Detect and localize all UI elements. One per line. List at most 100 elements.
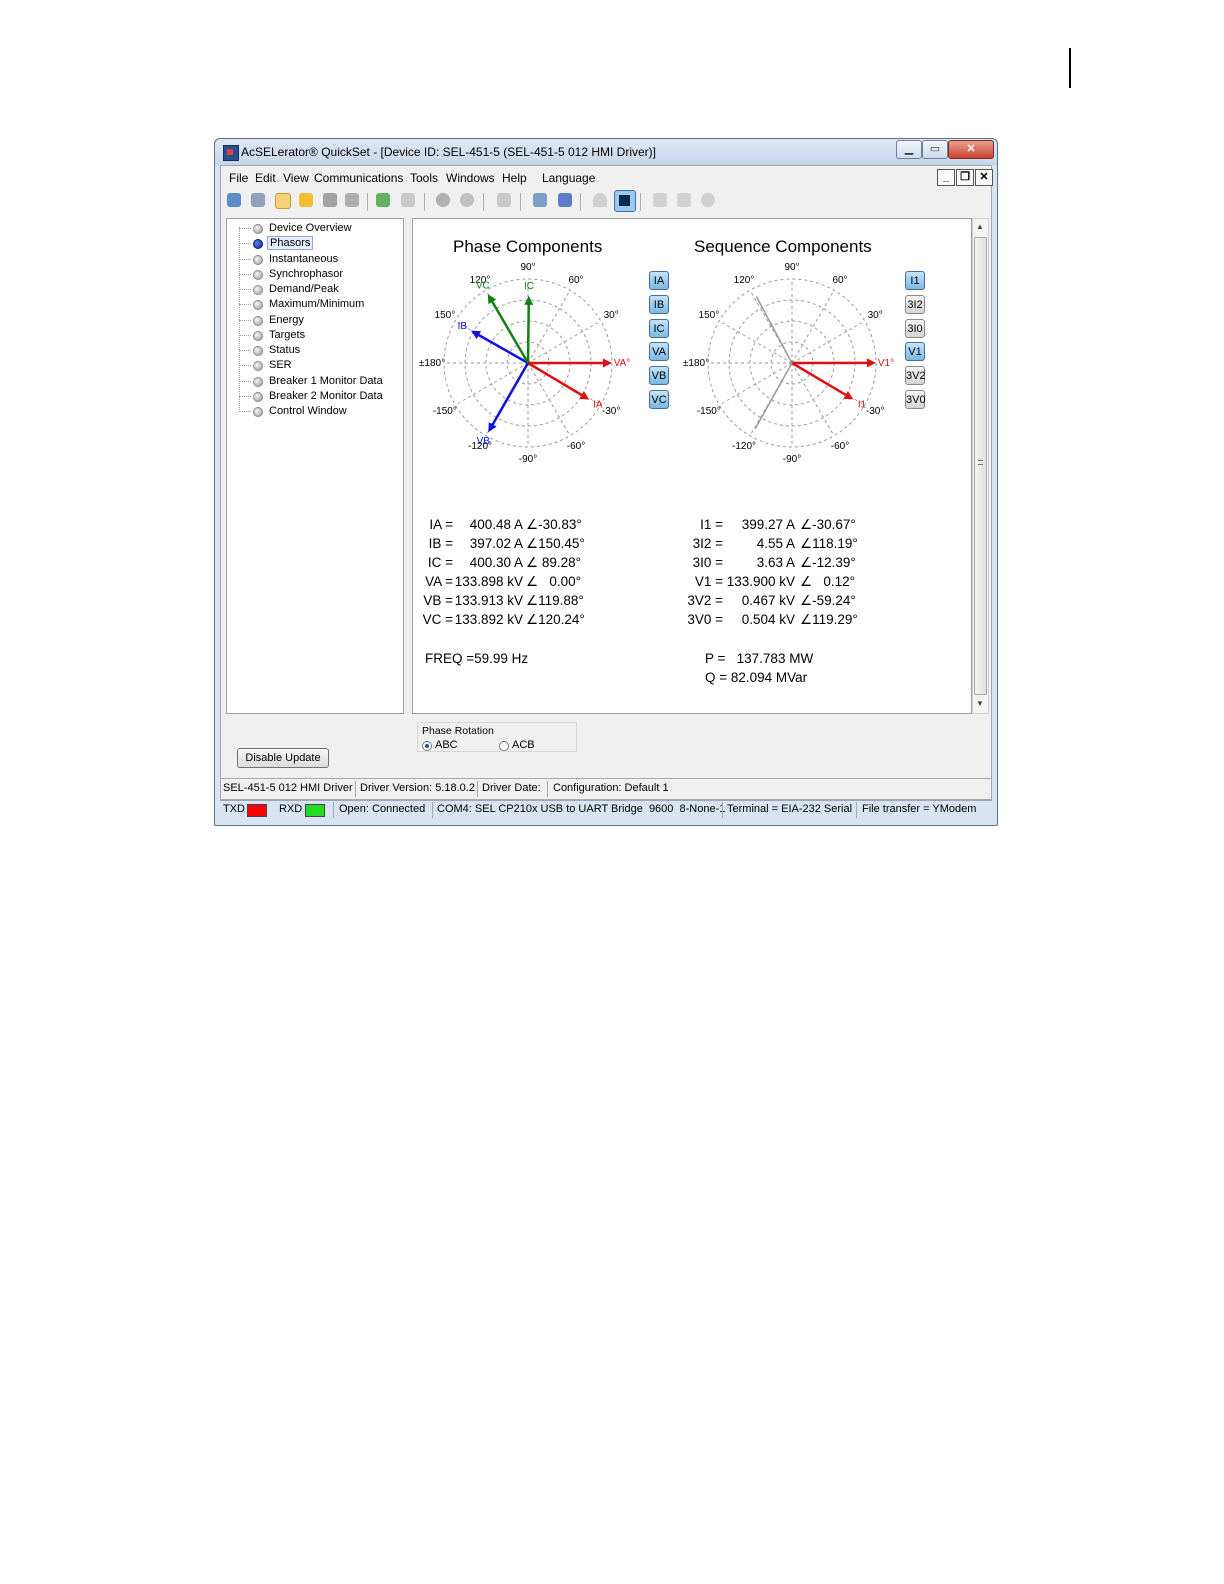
- tree-node-icon: [253, 269, 263, 280]
- reading-row: 3I2 = 4.55 A ∠118.19°: [683, 536, 963, 555]
- reading-angle: ∠-30.67°: [800, 517, 856, 532]
- options-gear-icon[interactable]: [701, 193, 715, 207]
- refresh-icon[interactable]: [460, 193, 474, 207]
- read-icon[interactable]: [401, 193, 415, 207]
- menu-windows[interactable]: Windows: [446, 171, 495, 185]
- phase-toggle-va[interactable]: VA: [649, 342, 669, 362]
- tree-item[interactable]: Breaker 2 Monitor Data: [227, 389, 403, 404]
- phase-toggle-vc[interactable]: VC: [649, 390, 669, 409]
- tree-item[interactable]: Device Overview: [227, 221, 403, 236]
- angle-tick-label: ±180°: [419, 358, 445, 369]
- tree-item[interactable]: Targets: [227, 328, 403, 343]
- menu-edit[interactable]: Edit: [255, 171, 276, 185]
- bottom-controls: Disable Update Phase Rotation ABC ACB: [221, 716, 991, 772]
- menu-tools[interactable]: Tools: [410, 171, 438, 185]
- sequence-toggle-v1[interactable]: V1: [905, 342, 925, 362]
- new-settings-icon[interactable]: [275, 193, 291, 209]
- phasor-va: VA°: [528, 358, 630, 369]
- tree-item[interactable]: Demand/Peak: [227, 282, 403, 297]
- tree-item[interactable]: Breaker 1 Monitor Data: [227, 374, 403, 389]
- menu-file[interactable]: File: [229, 171, 248, 185]
- tree-item[interactable]: Phasors: [227, 236, 403, 251]
- reading-angle: ∠ 0.00°: [526, 574, 582, 589]
- angle-tick-label: 60°: [568, 275, 583, 286]
- tree-item[interactable]: Status: [227, 343, 403, 358]
- tree-item[interactable]: Maximum/Minimum: [227, 297, 403, 312]
- port-settings: COM4: SEL CP210x USB to UART Bridge 9600…: [437, 803, 726, 815]
- scroll-up-icon[interactable]: ▲: [976, 222, 984, 231]
- disconnect-icon[interactable]: [436, 193, 450, 207]
- sequence-toggle-3i0[interactable]: 3I0: [905, 318, 925, 338]
- rxd-label: RXD: [279, 803, 303, 815]
- tree-item-label: Targets: [269, 328, 306, 341]
- event-icon[interactable]: [653, 193, 667, 207]
- angle-tick-label: -150°: [433, 406, 457, 417]
- status-separator: [355, 781, 356, 797]
- save-icon[interactable]: [323, 193, 337, 207]
- tree-item[interactable]: Synchrophasor: [227, 267, 403, 282]
- connect-icon[interactable]: [227, 193, 241, 207]
- tree-item[interactable]: Control Window: [227, 404, 403, 419]
- acb-radio-label[interactable]: ACB: [512, 739, 535, 751]
- tree-node-icon: [253, 224, 263, 234]
- frequency-readout: FREQ =59.99 Hz: [425, 651, 529, 666]
- vertical-scrollbar[interactable]: ▲ ▼: [972, 218, 989, 714]
- angle-tick-label: 120°: [734, 275, 755, 286]
- sequence-toggle-i1[interactable]: I1: [905, 271, 925, 290]
- tree-item[interactable]: Instantaneous: [227, 252, 403, 267]
- mdi-minimize-button[interactable]: _: [937, 169, 955, 186]
- disable-update-button[interactable]: Disable Update: [237, 748, 329, 768]
- status-bar-connection: TXD RXD Open: Connected COM4: SEL CP210x…: [221, 799, 991, 820]
- phasor-label: VB: [477, 436, 491, 447]
- status-separator: [547, 781, 548, 797]
- menu-view[interactable]: View: [283, 171, 309, 185]
- tree-connector: [239, 289, 251, 290]
- window-title: AcSELerator® QuickSet - [Device ID: SEL-…: [241, 145, 656, 159]
- reading-angle: ∠120.24°: [526, 612, 585, 627]
- device-tree: Device Overview Phasors Instantaneous Synch…: [226, 218, 404, 714]
- send-icon[interactable]: [376, 193, 390, 207]
- save-all-icon[interactable]: [345, 193, 359, 207]
- acb-radio[interactable]: [499, 741, 509, 751]
- phase-toggle-vb[interactable]: VB: [649, 366, 669, 386]
- minimize-button[interactable]: ▁: [896, 140, 922, 159]
- sequence-toggle-3v2[interactable]: 3V2: [905, 366, 926, 386]
- sequence-toggle-3v0[interactable]: 3V0: [905, 390, 926, 409]
- report-icon[interactable]: [677, 193, 691, 207]
- menu-communications[interactable]: Communications: [314, 171, 403, 185]
- status-separator: [333, 802, 334, 818]
- phase-toggle-ia[interactable]: IA: [649, 271, 669, 290]
- scroll-thumb[interactable]: [974, 237, 987, 695]
- menu-language[interactable]: Language: [542, 171, 595, 185]
- tree-node-icon: [253, 361, 263, 372]
- mdi-restore-button[interactable]: ❐: [956, 169, 974, 186]
- reading-name: VC =: [422, 612, 453, 627]
- tree-item[interactable]: SER: [227, 358, 403, 373]
- reading-magnitude: 400.30 A: [469, 555, 523, 570]
- grid-spoke: [791, 362, 835, 436]
- phase-toggle-ic[interactable]: IC: [649, 318, 669, 338]
- close-button[interactable]: ✕: [948, 140, 994, 159]
- reading-angle: ∠119.88°: [526, 593, 584, 608]
- scroll-down-icon[interactable]: ▼: [976, 699, 984, 708]
- download-icon[interactable]: [558, 193, 572, 207]
- title-bar[interactable]: AcSELerator® QuickSet - [Device ID: SEL-…: [215, 139, 997, 165]
- abc-radio-label[interactable]: ABC: [435, 739, 458, 751]
- reading-angle: ∠ 89.28°: [526, 555, 582, 570]
- sequence-toggle-3i2[interactable]: 3I2: [905, 294, 925, 314]
- network-icon[interactable]: [251, 193, 265, 207]
- reading-row: IC = 400.30 A ∠ 89.28°: [413, 555, 683, 574]
- open-folder-icon[interactable]: [299, 193, 313, 207]
- maximize-button[interactable]: ▭: [922, 140, 948, 159]
- phase-toggle-ib[interactable]: IB: [649, 294, 669, 314]
- phasor-vc: VC: [476, 280, 530, 364]
- settings-icon[interactable]: [497, 193, 511, 207]
- abc-radio[interactable]: [422, 741, 432, 751]
- hmi-icon[interactable]: [614, 190, 636, 212]
- menu-help[interactable]: Help: [502, 171, 527, 185]
- reading-magnitude: 4.55 A: [756, 536, 795, 551]
- mdi-close-button[interactable]: ✕: [975, 169, 993, 186]
- meter-icon[interactable]: [593, 193, 607, 207]
- terminal-icon[interactable]: [533, 193, 547, 207]
- tree-item[interactable]: Energy: [227, 313, 403, 328]
